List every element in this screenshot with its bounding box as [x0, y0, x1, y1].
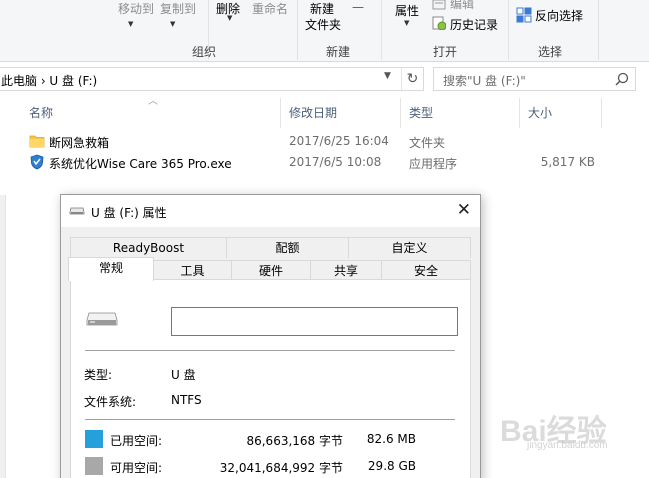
edit-icon — [432, 0, 446, 10]
column-divider[interactable] — [601, 98, 602, 128]
used-space-label: 已用空间: — [110, 434, 163, 448]
tab-security[interactable]: 安全 — [381, 260, 471, 281]
column-header-type[interactable]: 类型 — [409, 104, 433, 121]
tab-hardware[interactable]: 硬件 — [231, 260, 311, 281]
file-type: 应用程序 — [409, 157, 458, 171]
divider — [85, 350, 455, 351]
folder-icon — [29, 135, 45, 148]
volume-label-input[interactable] — [171, 307, 458, 336]
shield-app-icon — [30, 154, 44, 170]
copy-to-button[interactable]: 复制到 — [160, 0, 196, 17]
file-modified: 2017/6/25 16:04 — [289, 134, 389, 148]
address-bar[interactable]: 此电脑 › U 盘 (F:) ▼ ↻ — [0, 67, 424, 91]
delete-chevron-down-icon: ▼ — [227, 14, 233, 22]
type-value: U 盘 — [171, 368, 196, 382]
file-system-value: NTFS — [171, 393, 202, 407]
list-item[interactable]: 断网急救箱 2017/6/25 16:04 文件夹 — [0, 132, 649, 152]
dialog-title-bar[interactable]: U 盘 (F:) 属性 ✕ — [61, 195, 480, 227]
dialog-title: U 盘 (F:) 属性 — [91, 206, 167, 220]
general-tab-panel: 类型: U 盘 文件系统: NTFS 已用空间: 86,663,168 字节 8… — [70, 279, 471, 478]
rename-button[interactable]: 重命名 — [252, 0, 288, 17]
ribbon: 移动到 复制到 ▼ ▼ 删除 ▼ 重命名 新建 文件夹 — 属性 ▼ 编辑 历史… — [0, 0, 649, 62]
tab-quota[interactable]: 配额 — [226, 237, 349, 258]
invert-selection-button[interactable]: 反向选择 — [535, 7, 583, 24]
column-header-modified[interactable]: 修改日期 — [289, 104, 337, 121]
group-label-open: 打开 — [433, 45, 458, 59]
column-header-size[interactable]: 大小 — [528, 104, 552, 121]
free-space-bytes: 32,041,684,992 字节 — [219, 461, 343, 475]
watermark-url: jingyan.baidu.com — [527, 440, 608, 451]
navigation-pane-edge[interactable] — [0, 195, 6, 478]
file-size: 5,817 KB — [540, 155, 595, 169]
new-folder-button-line2[interactable]: 文件夹 — [305, 16, 341, 33]
new-item-dash: — — [352, 0, 364, 14]
breadcrumb[interactable]: 此电脑 › U 盘 (F:) — [1, 72, 97, 89]
tab-general[interactable]: 常规 — [68, 257, 154, 281]
tab-readyboost[interactable]: ReadyBoost — [70, 237, 227, 258]
file-modified: 2017/6/5 10:08 — [289, 155, 382, 169]
usb-drive-icon — [69, 207, 85, 215]
drive-large-icon — [86, 312, 118, 326]
ribbon-divider — [381, 0, 382, 60]
search-placeholder: 搜索"U 盘 (F:)" — [443, 74, 526, 88]
invert-selection-icon — [516, 7, 532, 23]
move-to-button[interactable]: 移动到 — [118, 0, 154, 17]
used-space-size: 82.6 MB — [366, 432, 416, 446]
search-icon[interactable] — [615, 72, 629, 86]
divider — [85, 419, 455, 420]
group-label-new: 新建 — [326, 45, 351, 59]
search-input[interactable]: 搜索"U 盘 (F:)" — [433, 67, 636, 91]
file-type: 文件夹 — [409, 136, 446, 150]
free-space-label: 可用空间: — [110, 461, 163, 475]
used-space-bytes: 86,663,168 字节 — [246, 434, 343, 448]
file-name: 断网急救箱 — [49, 136, 110, 150]
move-to-chevron-down-icon: ▼ — [128, 20, 134, 28]
sort-ascending-icon: ︿ — [148, 96, 158, 107]
group-label-select: 选择 — [538, 45, 563, 59]
address-bar-row: 此电脑 › U 盘 (F:) ▼ ↻ 搜索"U 盘 (F:)" — [0, 63, 649, 97]
used-space-swatch — [85, 430, 103, 448]
ribbon-divider — [297, 0, 298, 60]
column-header-name[interactable]: 名称 — [29, 104, 53, 121]
properties-chevron-down-icon: ▼ — [404, 19, 410, 27]
new-folder-button-line1[interactable]: 新建 — [310, 0, 334, 17]
edit-button[interactable]: 编辑 — [450, 0, 474, 12]
list-item[interactable]: 系统优化Wise Care 365 Pro.exe 2017/6/5 10:08… — [0, 153, 649, 173]
file-system-label: 文件系统: — [84, 395, 137, 409]
properties-button[interactable]: 属性 — [395, 2, 419, 19]
address-history-chevron-down-icon[interactable]: ▼ — [384, 71, 391, 81]
tab-sharing[interactable]: 共享 — [310, 260, 382, 281]
ribbon-divider — [598, 0, 599, 60]
free-space-size: 29.8 GB — [367, 459, 416, 473]
refresh-icon[interactable]: ↻ — [401, 68, 423, 90]
history-icon — [432, 16, 446, 30]
group-label-organize: 组织 — [192, 45, 217, 59]
history-button[interactable]: 历史记录 — [450, 16, 498, 33]
column-divider[interactable] — [400, 98, 401, 128]
close-icon[interactable]: ✕ — [457, 200, 471, 220]
column-divider[interactable] — [519, 98, 520, 128]
copy-to-chevron-down-icon: ▼ — [170, 20, 176, 28]
tab-tools[interactable]: 工具 — [153, 260, 232, 281]
properties-dialog: U 盘 (F:) 属性 ✕ ReadyBoost 配额 自定义 常规 工具 硬件… — [60, 194, 481, 478]
ribbon-divider — [508, 0, 509, 60]
free-space-swatch — [85, 457, 103, 475]
tab-customize[interactable]: 自定义 — [348, 237, 471, 258]
type-label: 类型: — [84, 368, 113, 382]
file-name: 系统优化Wise Care 365 Pro.exe — [49, 157, 232, 171]
column-divider[interactable] — [280, 98, 281, 128]
